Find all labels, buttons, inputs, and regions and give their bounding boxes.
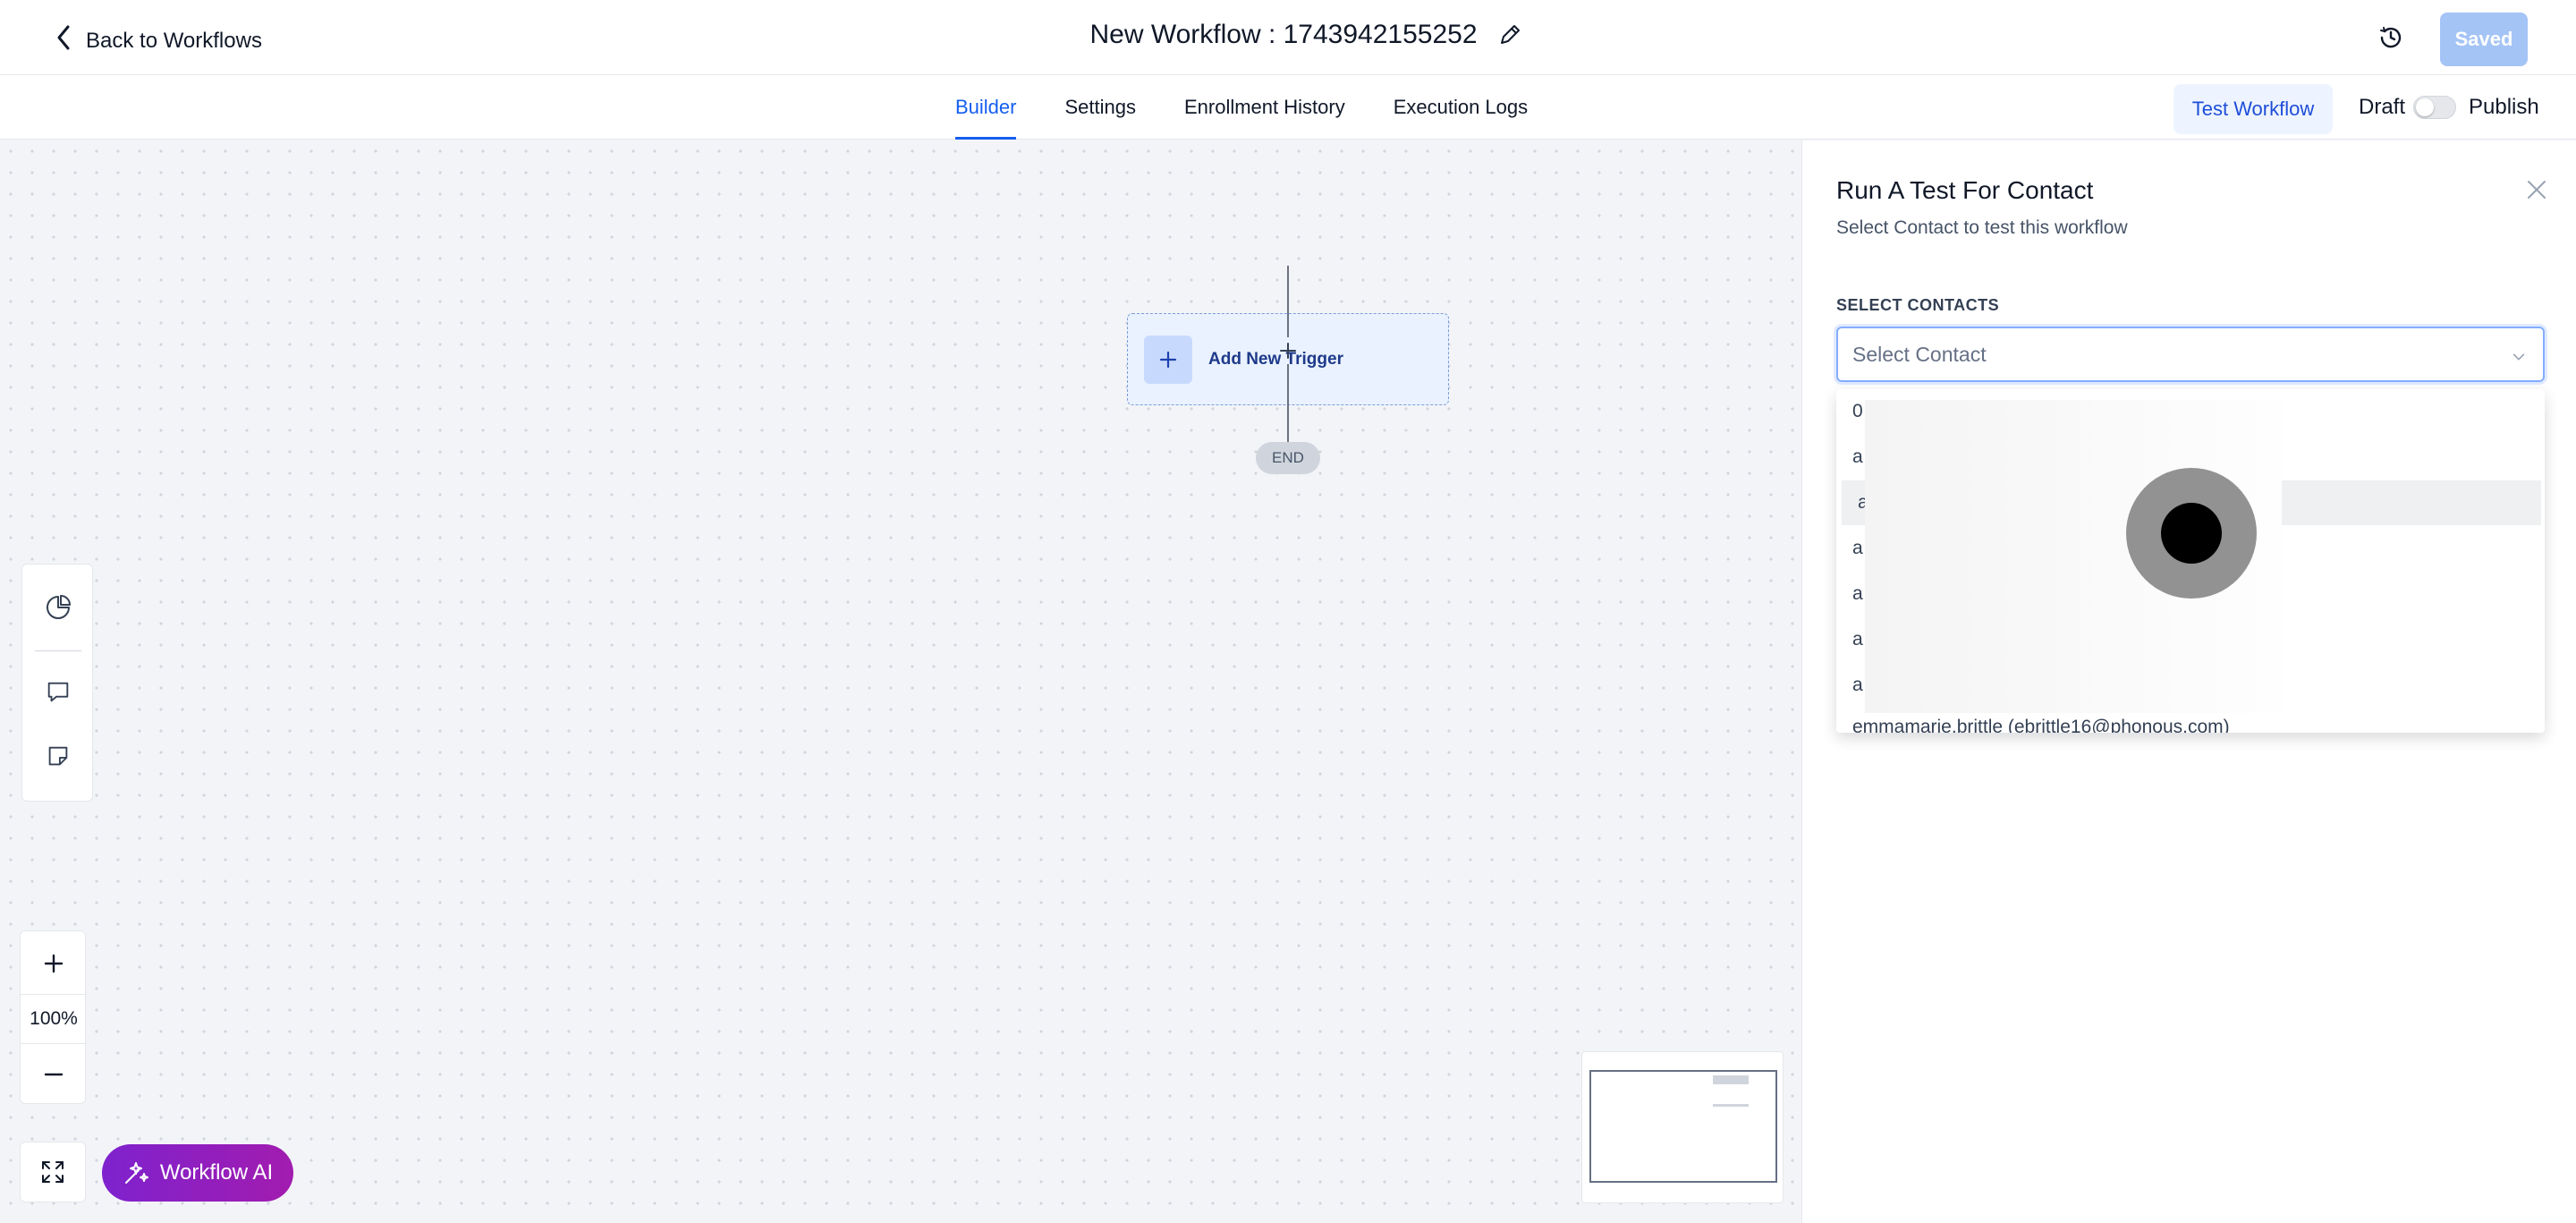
option-text: 0 (1852, 401, 1863, 421)
add-step-button[interactable] (1277, 340, 1299, 361)
option-text: a (1852, 675, 1863, 695)
workflow-ai-button[interactable]: Workflow AI (102, 1144, 293, 1202)
chevron-down-icon (2511, 346, 2527, 370)
publish-label: Publish (2469, 95, 2539, 119)
contact-dropdown-list[interactable]: 0 a a a a am) a emmamarie.brittle (ebrit… (1836, 389, 2545, 733)
option-text: a (1852, 446, 1863, 467)
connector-line (1287, 364, 1289, 443)
sticky-note-icon[interactable] (40, 738, 76, 774)
close-icon[interactable] (2523, 176, 2550, 203)
saved-button[interactable]: Saved (2440, 13, 2528, 66)
contact-option[interactable]: emmamarie.brittle (ebrittle16@phonous.co… (1836, 713, 2545, 733)
tab-enrollment-history[interactable]: Enrollment History (1184, 75, 1345, 140)
tab-builder[interactable]: Builder (955, 75, 1017, 140)
workflow-canvas[interactable]: Add New Trigger END 100% Workflow AI (0, 140, 1801, 1223)
option-text: a (1852, 629, 1863, 650)
canvas-toolbox (21, 564, 93, 802)
zoom-controls: 100% (20, 930, 87, 1104)
test-workflow-button[interactable]: Test Workflow (2174, 84, 2333, 134)
minus-icon (44, 1073, 64, 1076)
plus-icon (44, 954, 64, 973)
publish-toggle[interactable] (2413, 96, 2456, 119)
toggle-knob (2416, 98, 2434, 116)
history-icon[interactable] (2375, 21, 2407, 54)
panel-title: Run A Test For Contact (1836, 176, 2094, 204)
contact-select[interactable]: Select Contact (1836, 327, 2545, 382)
panel-subtitle: Select Contact to test this workflow (1836, 217, 2128, 238)
select-placeholder: Select Contact (1852, 342, 1987, 366)
option-text: a (1852, 583, 1863, 604)
minimap-end-node (1713, 1104, 1749, 1107)
end-node: END (1256, 442, 1320, 474)
draft-label: Draft (2359, 95, 2406, 119)
plus-icon (1144, 335, 1192, 384)
option-text: emmamarie.brittle (ebrittle16@phonous.co… (1852, 717, 2230, 733)
top-header: Back to Workflows New Workflow : 1743942… (0, 0, 2576, 75)
tabs: Builder Settings Enrollment History Exec… (955, 75, 1528, 140)
pencil-icon[interactable] (1497, 22, 1522, 47)
minimap-trigger-node (1713, 1075, 1749, 1084)
expand-icon (42, 1161, 64, 1183)
title-area: New Workflow : 1743942155252 (0, 20, 2576, 50)
plus-icon (1280, 343, 1296, 359)
tab-settings[interactable]: Settings (1064, 75, 1136, 140)
zoom-out-button[interactable] (21, 1048, 87, 1101)
tab-execution-logs[interactable]: Execution Logs (1394, 75, 1528, 140)
workflow-title: New Workflow : 1743942155252 (1089, 20, 1478, 49)
fit-view-button[interactable] (20, 1142, 86, 1202)
select-contacts-label: SELECT CONTACTS (1836, 296, 2000, 314)
option-text: a (1852, 538, 1863, 558)
back-label: Back to Workflows (86, 28, 262, 53)
connector-line (1287, 266, 1289, 337)
sparkle-icon (124, 1162, 148, 1184)
loading-spinner-icon (2126, 468, 2257, 599)
spinner-core (2161, 503, 2222, 564)
back-to-workflows-link[interactable]: Back to Workflows (54, 23, 262, 58)
add-trigger-label: Add New Trigger (1208, 349, 1343, 369)
minimap[interactable] (1581, 1051, 1784, 1203)
zoom-in-button[interactable] (21, 937, 87, 990)
pie-chart-icon[interactable] (40, 590, 76, 625)
tab-bar: Builder Settings Enrollment History Exec… (0, 75, 2576, 140)
comment-icon[interactable] (40, 674, 76, 709)
workflow-ai-label: Workflow AI (159, 1160, 274, 1185)
toolbox-divider (35, 650, 81, 651)
minimap-viewport[interactable] (1589, 1070, 1777, 1183)
chevron-left-icon (54, 23, 73, 58)
zoom-level: 100% (21, 994, 87, 1044)
test-contact-panel: Run A Test For Contact Select Contact to… (1801, 140, 2576, 1223)
